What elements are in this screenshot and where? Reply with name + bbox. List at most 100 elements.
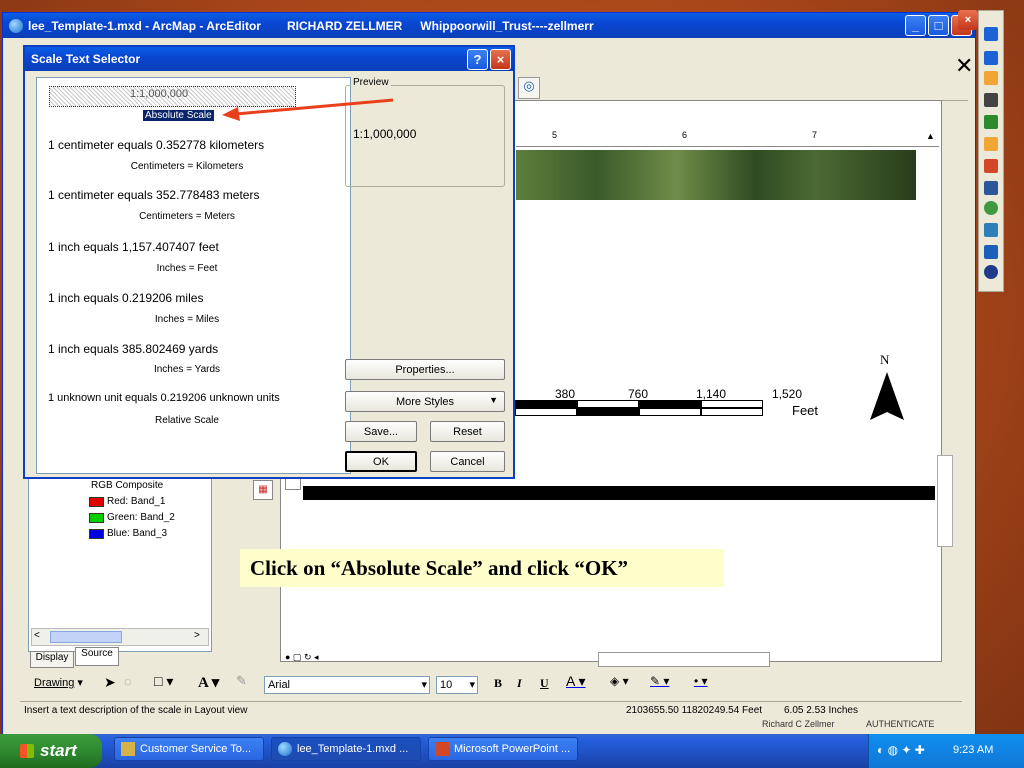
save-button[interactable]: Save... (345, 421, 417, 442)
help-icon[interactable] (984, 245, 998, 259)
legend-row: Blue: Band_3 (89, 528, 167, 539)
edit-text-icon[interactable]: ✎ (236, 673, 247, 689)
chevron-down-icon[interactable]: ▾ (421, 677, 427, 693)
style-label-selected[interactable]: Absolute Scale (143, 110, 214, 121)
north-arrow: N (868, 352, 908, 422)
dialog-close-button[interactable]: × (490, 48, 511, 70)
outlook-icon[interactable] (984, 71, 998, 85)
table-of-contents: RGB Composite Red: Band_1 Green: Band_2 … (28, 470, 212, 652)
rectangle-icon[interactable]: □ ▾ (154, 673, 173, 690)
water-drop-icon[interactable]: ◎ (518, 77, 540, 99)
more-styles-button[interactable]: More Styles ▼ (345, 391, 505, 412)
outlook-icon[interactable] (984, 137, 998, 151)
toc-tab-display[interactable]: Display (30, 651, 74, 668)
layout-view-controls[interactable]: ● ▢ ↻ ◂ (285, 652, 355, 666)
vertical-scrollbar[interactable] (937, 455, 953, 547)
task-customer-service[interactable]: Customer Service To... (114, 737, 264, 761)
minimize-button[interactable]: _ (905, 15, 926, 36)
scroll-left-icon[interactable]: < (34, 630, 40, 641)
scroll-up-arrow[interactable]: ▲ (926, 131, 935, 141)
cancel-button[interactable]: Cancel (430, 451, 505, 472)
style-label[interactable]: Inches = Miles (37, 314, 337, 325)
font-color-icon[interactable]: A ▾ (566, 673, 585, 690)
italic-button[interactable]: I (517, 676, 522, 691)
task-label: Customer Service To... (140, 743, 252, 755)
rotate-icon[interactable]: ◌ (124, 674, 132, 689)
style-sample-text[interactable]: 1 inch equals 385.802469 yards (48, 342, 218, 356)
ie-icon[interactable] (984, 51, 998, 65)
reset-button[interactable]: Reset (430, 421, 505, 442)
status-message: Insert a text description of the scale i… (24, 705, 248, 716)
style-label[interactable]: Relative Scale (37, 415, 337, 426)
style-sample-text[interactable]: 1 inch equals 1,157.407407 feet (48, 240, 219, 254)
task-arcmap[interactable]: lee_Template-1.mxd ... (271, 737, 421, 761)
scale-bar (515, 400, 790, 418)
fill-color-icon[interactable]: ◈ ▾ (610, 674, 629, 688)
start-button[interactable]: start (0, 734, 102, 768)
style-label[interactable]: Inches = Yards (37, 364, 337, 375)
powerpoint-icon[interactable] (984, 159, 998, 173)
toc-horizontal-scrollbar[interactable]: < > (31, 628, 209, 646)
style-label[interactable]: Centimeters = Meters (37, 211, 337, 222)
toc-tab-source[interactable]: Source (75, 647, 119, 666)
tab-label: Display (35, 652, 69, 663)
text-tool-icon[interactable]: A ▾ (198, 673, 219, 692)
tray-icons[interactable]: ◐ ◍ ✦ ✚ (877, 743, 925, 757)
drawing-menu[interactable]: Drawing ▾ (34, 676, 83, 689)
scroll-right-icon[interactable]: > (194, 630, 200, 641)
excel-icon[interactable] (984, 115, 998, 129)
marker-color-icon[interactable]: • ▾ (694, 674, 708, 688)
pointer-arrow (222, 98, 394, 121)
task-powerpoint[interactable]: Microsoft PowerPoint ... (428, 737, 578, 761)
help-button[interactable]: ? (467, 48, 488, 70)
ok-button[interactable]: OK (345, 451, 417, 472)
tab-label: Source (81, 648, 113, 659)
style-sample-text[interactable]: 1 unknown unit equals 0.219206 unknown u… (48, 392, 280, 404)
style-sample-text[interactable]: 1:1,000,000 (130, 88, 188, 100)
properties-button[interactable]: Properties... (345, 359, 505, 380)
printer-icon[interactable] (984, 93, 998, 107)
scale-style-list[interactable]: 1:1,000,000 Absolute Scale 1 centimeter … (36, 77, 351, 474)
scroll-thumb[interactable] (50, 631, 122, 643)
chevron-down-icon[interactable]: ▾ (469, 677, 475, 693)
clock[interactable]: 9:23 AM (953, 744, 993, 756)
layout-tool-icon[interactable]: ▦ (253, 480, 273, 500)
status-page-coords: 6.05 2.53 Inches (784, 705, 858, 716)
blue-swatch (89, 528, 104, 539)
aerial-imagery (516, 150, 916, 200)
ie-icon[interactable] (984, 27, 998, 41)
ruler-tick-label: 5 (552, 130, 558, 140)
windows-flag-icon (20, 744, 34, 758)
line-color-icon[interactable]: ✎ ▾ (650, 674, 669, 688)
globe-icon[interactable] (984, 201, 998, 215)
font-name-select[interactable]: Arial ▾ (264, 676, 430, 694)
font-size-select[interactable]: 10 ▾ (436, 676, 478, 694)
media-icon[interactable] (984, 265, 998, 279)
app-icon (121, 742, 135, 756)
underline-button[interactable]: U (540, 676, 549, 691)
system-tray: ◐ ◍ ✦ ✚ 9:23 AM (868, 734, 1024, 768)
desktop-close-button[interactable]: × (958, 10, 978, 30)
chevron-down-icon: ▼ (489, 395, 498, 405)
style-label[interactable]: Inches = Feet (37, 263, 337, 274)
word-icon[interactable] (984, 181, 998, 195)
maximize-button[interactable]: □ (928, 15, 949, 36)
style-label[interactable]: Centimeters = Kilometers (37, 161, 337, 172)
style-sample-text[interactable]: 1 centimeter equals 0.352778 kilometers (48, 138, 264, 152)
style-sample-text[interactable]: 1 inch equals 0.219206 miles (48, 291, 203, 305)
drawing-toolbar: Drawing ▾ ➤ ◌ □ ▾ A ▾ ✎ Arial ▾ 10 ▾ B I… (28, 672, 958, 696)
arcmap-title-bar[interactable]: lee_Template-1.mxd - ArcMap - ArcEditor … (3, 13, 975, 38)
dialog-title-bar[interactable]: Scale Text Selector ? × (25, 47, 513, 71)
task-label: Microsoft PowerPoint ... (454, 743, 571, 755)
close-doc-icon[interactable]: ✕ (955, 53, 973, 79)
scalebar-label: 1,140 (696, 387, 727, 401)
select-pointer-icon[interactable]: ➤ (104, 674, 116, 691)
main-toolbar: ◎ (508, 76, 968, 101)
publisher-icon[interactable] (984, 223, 998, 237)
status-coords: 2103655.50 11820249.54 Feet (626, 705, 763, 716)
bold-button[interactable]: B (494, 676, 502, 691)
globe-icon (9, 18, 23, 33)
style-sample-text[interactable]: 1 centimeter equals 352.778483 meters (48, 188, 259, 202)
background-window-text: Richard C Zellmer (762, 719, 835, 727)
layout-horizontal-scrollbar[interactable] (598, 652, 770, 667)
